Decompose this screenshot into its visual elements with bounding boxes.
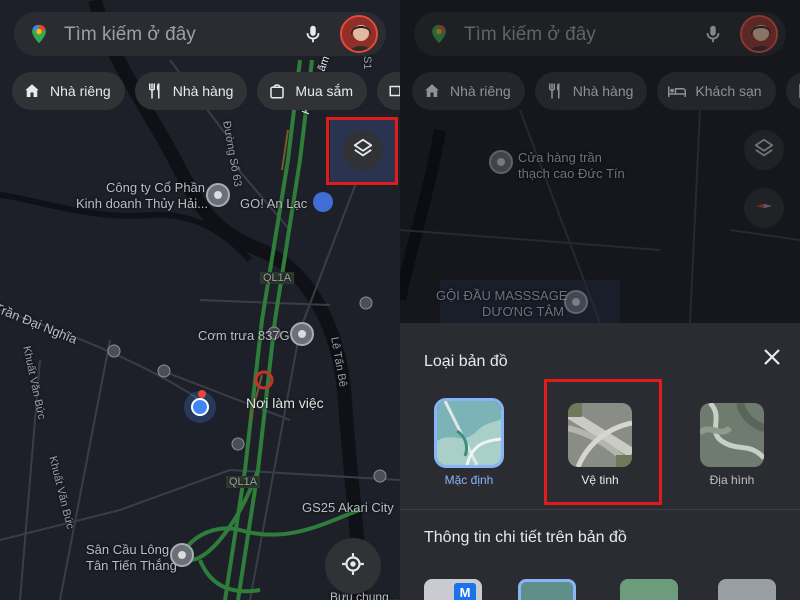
map-label-san-cau-long-1: Sân Cầu Lông [86, 542, 170, 557]
avatar[interactable] [740, 15, 778, 53]
map-type-terrain-label: Địa hình [709, 473, 755, 487]
map-label-go-store: GO! An Lạc [240, 196, 308, 211]
spa-marker-icon[interactable] [564, 290, 588, 314]
category-chips-dimmed: Nhà riêng Nhà hàng Khách sạn [412, 72, 800, 110]
layers-button-dimmed[interactable] [744, 130, 784, 170]
store-marker-icon[interactable] [489, 150, 513, 174]
transit-icon: M [454, 583, 476, 600]
divider [400, 509, 800, 510]
map-label-goi-dau-1: GỘI ĐẦU MASSSAGE [436, 288, 568, 303]
place-marker-icon[interactable] [206, 183, 230, 207]
close-icon [763, 348, 781, 371]
shopping-bag-icon [267, 81, 287, 101]
chip-gas[interactable] [785, 72, 800, 110]
chip-home[interactable]: Nhà riêng [12, 72, 125, 110]
sheet-title: Loại bản đồ [424, 353, 508, 370]
restaurant-marker-icon[interactable] [290, 322, 314, 346]
search-bar-dimmed[interactable]: Tìm kiếm ở đây [414, 12, 786, 56]
map-type-sheet: Loại bản đồ Mặc định Vệ tinh Địa hình Th… [400, 323, 800, 600]
chip-restaurant[interactable]: Nhà hàng [134, 72, 248, 110]
chip-restaurant[interactable]: Nhà hàng [534, 72, 648, 110]
map-type-terrain-thumbnail[interactable] [700, 403, 764, 467]
highlight-box-satellite [544, 379, 662, 505]
map-label-cua-hang-2: thạch cao Đức Tín [518, 166, 625, 181]
search-placeholder: Tìm kiếm ở đây [464, 24, 596, 45]
left-screen: Công ty Cổ Phần Kinh doanh Thủy Hải... G… [0, 0, 400, 600]
search-placeholder: Tìm kiếm ở đây [64, 24, 196, 45]
road-label-ql1a: QL1A [260, 272, 295, 284]
highlight-box-layers [326, 117, 398, 185]
map-label-noi-lam-viec: Nơi làm việc [246, 395, 324, 411]
home-icon [22, 81, 42, 101]
my-location-button[interactable] [325, 538, 381, 594]
compass-icon [753, 195, 775, 222]
chip-shopping-label: Mua sắm [295, 83, 353, 99]
chip-restaurant-label: Nhà hàng [572, 83, 634, 99]
layers-icon [753, 137, 775, 164]
chip-hotel-label: Khách sạn [695, 83, 762, 99]
home-icon [422, 81, 442, 101]
map-label-cua-hang-1: Cửa hàng trần [518, 150, 602, 165]
road-label-ql1a-2: QL1A [226, 476, 261, 488]
chip-shopping[interactable]: Mua sắm [257, 72, 367, 110]
map-label-san-cau-long-2: Tân Tiến Thắng [86, 558, 177, 573]
microphone-icon[interactable] [702, 23, 724, 50]
google-maps-pin-icon [428, 23, 450, 50]
coffee-icon [387, 81, 400, 101]
chip-home-label: Nhà riêng [50, 83, 111, 99]
avatar[interactable] [340, 15, 378, 53]
map-type-default-thumbnail[interactable] [434, 398, 504, 468]
map-label-com-trua: Cơm trưa 837G [198, 328, 290, 343]
chip-home[interactable]: Nhà riêng [412, 72, 525, 110]
compass-button[interactable] [744, 188, 784, 228]
crosshair-icon [340, 551, 366, 582]
search-bar[interactable]: Tìm kiếm ở đây [14, 12, 386, 56]
right-screen: Cửa hàng trần thạch cao Đức Tín GỘI ĐẦU … [400, 0, 800, 600]
map-label-goi-dau-2: DƯƠNG TÂM [482, 304, 564, 319]
detail-transit-tile[interactable]: M [424, 579, 482, 600]
map-label-gs25: GS25 Akari City [302, 500, 394, 515]
map-details-title: Thông tin chi tiết trên bản đồ [424, 529, 627, 546]
fork-knife-icon [145, 81, 165, 101]
chip-coffee[interactable]: C [377, 72, 400, 110]
gas-station-icon [796, 81, 800, 101]
map-thumbnail-terrain-icon [700, 403, 764, 467]
sport-marker-icon[interactable] [170, 543, 194, 567]
map-thumbnail-default-icon [437, 401, 501, 465]
close-button[interactable] [760, 347, 784, 371]
chip-hotel[interactable]: Khách sạn [657, 72, 776, 110]
chip-home-label: Nhà riêng [450, 83, 511, 99]
detail-traffic-tile[interactable] [518, 579, 576, 600]
fork-knife-icon [545, 81, 565, 101]
chip-restaurant-label: Nhà hàng [172, 83, 234, 99]
street-label-s1: S1 [361, 56, 373, 70]
detail-3d-tile[interactable] [718, 579, 776, 600]
detail-bike-tile[interactable] [620, 579, 678, 600]
bed-icon [667, 81, 687, 101]
map-label-company-1: Công ty Cổ Phần [106, 180, 206, 195]
map-type-default-label: Mặc định [444, 473, 494, 487]
microphone-icon[interactable] [302, 23, 324, 50]
category-chips: Nhà riêng Nhà hàng Mua sắm C [12, 72, 400, 110]
map-label-company-2: Kinh doanh Thủy Hải... [76, 196, 209, 211]
google-maps-pin-icon [28, 23, 50, 50]
